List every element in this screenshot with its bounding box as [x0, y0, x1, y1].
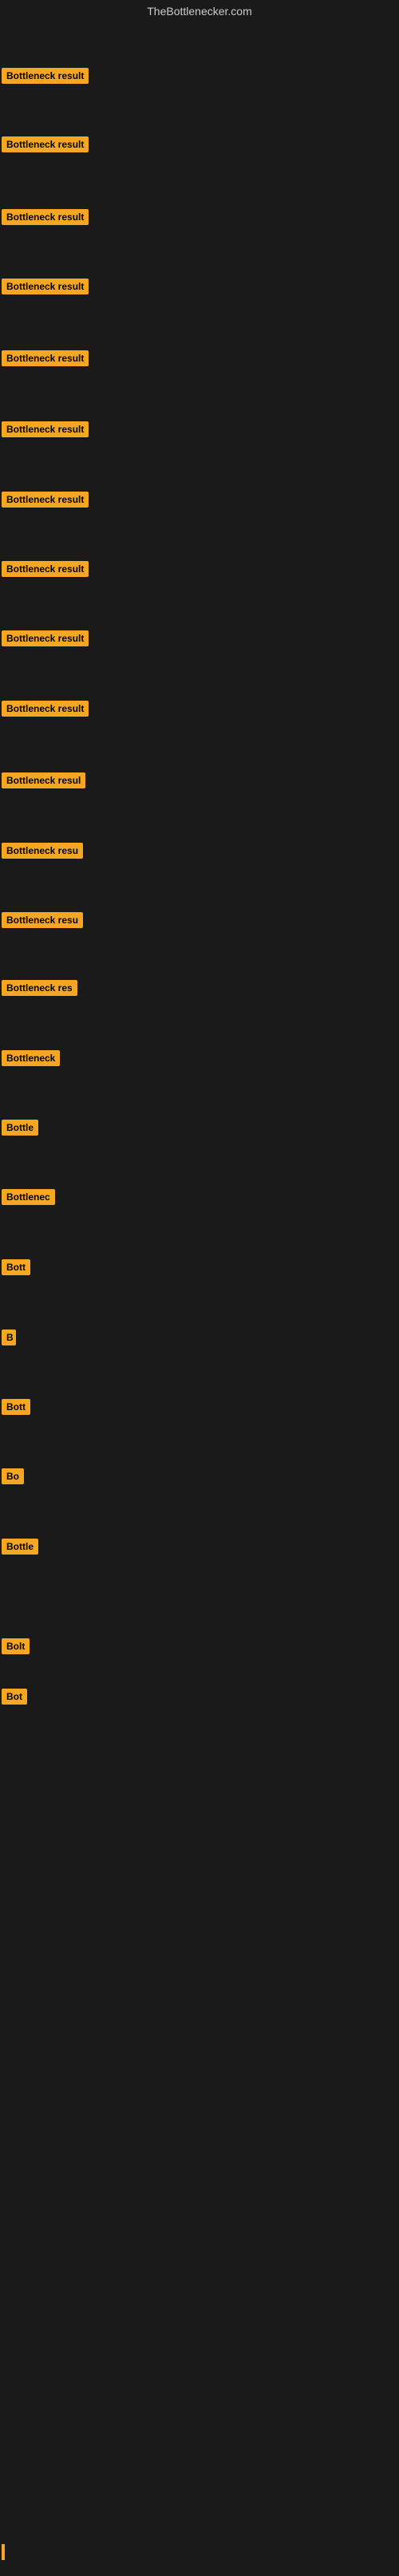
- bottleneck-badge-8: Bottleneck result: [2, 561, 89, 577]
- bottleneck-badge-22: Bottle: [2, 1539, 38, 1555]
- bottleneck-badge-9: Bottleneck result: [2, 630, 89, 646]
- bottleneck-badge-2: Bottleneck result: [2, 136, 89, 152]
- bottleneck-badge-18: Bott: [2, 1259, 30, 1275]
- bottleneck-badge-15: Bottleneck: [2, 1050, 60, 1066]
- bottleneck-badge-11: Bottleneck resul: [2, 772, 85, 788]
- badges-container: Bottleneck result Bottleneck result Bottle…: [0, 22, 399, 2576]
- bottleneck-badge-12: Bottleneck resu: [2, 843, 83, 859]
- bottleneck-badge-21: Bo: [2, 1468, 24, 1484]
- bottleneck-badge-23: Bolt: [2, 1638, 30, 1654]
- bottleneck-badge-5: Bottleneck result: [2, 350, 89, 366]
- bottleneck-badge-10: Bottleneck result: [2, 701, 89, 717]
- bottleneck-badge-13: Bottleneck resu: [2, 912, 83, 928]
- bottleneck-badge-14: Bottleneck res: [2, 980, 77, 996]
- bottleneck-badge-7: Bottleneck result: [2, 492, 89, 508]
- bottleneck-badge-20: Bott: [2, 1399, 30, 1415]
- bottleneck-badge-19: B: [2, 1329, 16, 1345]
- site-title: TheBottlenecker.com: [0, 0, 399, 22]
- bottom-marker: [2, 2544, 5, 2560]
- bottleneck-badge-3: Bottleneck result: [2, 209, 89, 225]
- bottleneck-badge-24: Bot: [2, 1689, 27, 1705]
- bottleneck-badge-4: Bottleneck result: [2, 279, 89, 294]
- page-wrapper: TheBottlenecker.com Bottleneck resultBot…: [0, 0, 399, 2576]
- bottleneck-badge-1: Bottleneck result: [2, 68, 89, 84]
- bottleneck-badge-17: Bottlenec: [2, 1189, 55, 1205]
- bottleneck-badge-16: Bottle: [2, 1120, 38, 1136]
- bottleneck-badge-6: Bottleneck result: [2, 421, 89, 437]
